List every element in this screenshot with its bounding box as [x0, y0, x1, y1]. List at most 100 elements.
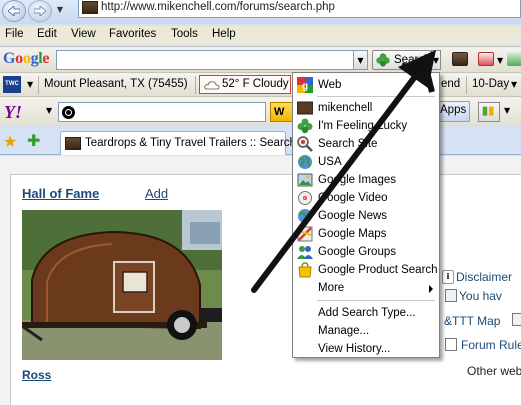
google-toolbar: Google ▼ Search ▼ ▼ [0, 46, 521, 72]
google-search-history-dropdown[interactable]: ▼ [354, 50, 368, 70]
site-favicon [65, 137, 81, 150]
disclaimer-link[interactable]: Disclaimer [456, 270, 512, 284]
weather-toolbar: TWC ▼ Mount Pleasant, TX (75455) 52° F C… [0, 72, 521, 96]
menu-item-google-maps[interactable]: Google Maps [293, 225, 439, 243]
yahoo-dropdown-icon[interactable]: ▼ [46, 106, 52, 115]
clover-icon [297, 118, 313, 134]
page-content: Hall of Fame Add Ross i Disclaimer You h… [0, 156, 521, 405]
send-to-icon[interactable] [507, 52, 521, 66]
twc-dropdown-icon[interactable]: ▼ [27, 76, 33, 93]
groups-icon [297, 246, 313, 259]
hall-of-fame-add-link[interactable]: Add [145, 186, 168, 201]
menu-item-usa[interactable]: USA [293, 153, 439, 171]
menu-item-search-site[interactable]: Search Site [293, 135, 439, 153]
images-icon [297, 173, 313, 187]
history-dropdown-icon[interactable]: ▼ [55, 2, 65, 18]
menu-item-more[interactable]: More [293, 279, 439, 297]
product-search-icon [298, 262, 312, 278]
address-bar-row: ▼ http://www.mikenchell.com/forums/searc… [0, 0, 521, 24]
video-icon [298, 191, 312, 205]
menu-item-google-video[interactable]: Google Video [293, 189, 439, 207]
weather-location[interactable]: Mount Pleasant, TX (75455) [44, 78, 188, 90]
menu-item-feeling-lucky[interactable]: I'm Feeling Lucky [293, 117, 439, 135]
back-button[interactable] [2, 0, 26, 22]
toolbar-divider [38, 76, 39, 94]
menu-file[interactable]: File [5, 28, 24, 40]
news-icon [298, 209, 312, 223]
tab-teardrops-search[interactable]: Teardrops & Tiny Travel Trailers :: Sear… [60, 131, 296, 155]
clover-icon [376, 53, 390, 67]
google-search-button[interactable]: Search [372, 50, 431, 70]
svg-text:g: g [302, 81, 308, 92]
menu-view[interactable]: View [71, 28, 96, 40]
menu-separator [317, 96, 435, 97]
search-type-menu: g Web mikenchell I'm Feeling Lucky Searc… [292, 72, 440, 358]
site-favicon [82, 1, 98, 14]
menu-item-mikenchell[interactable]: mikenchell [293, 99, 439, 117]
forward-arrow-icon [34, 6, 46, 16]
site-favicon [297, 101, 313, 115]
menu-item-web[interactable]: g Web [293, 76, 439, 94]
widget-dropdown-icon[interactable]: ▼ [504, 106, 510, 115]
weather-conditions-button[interactable]: 52° F Cloudy [199, 75, 291, 94]
hall-of-fame-link[interactable]: Hall of Fame [22, 186, 99, 201]
ttt-map-link[interactable]: &TTT Map [444, 314, 500, 328]
toolbar-divider [466, 76, 467, 94]
yahoo-logo[interactable]: Y! [4, 102, 22, 123]
menu-tools[interactable]: Tools [171, 28, 198, 40]
yahoo-web-search-button[interactable]: W [270, 102, 294, 122]
menu-help[interactable]: Help [212, 28, 236, 40]
ten-day-dropdown-icon[interactable]: ▼ [511, 76, 517, 93]
photo-caption-ross[interactable]: Ross [22, 368, 51, 382]
menu-separator [317, 300, 435, 301]
toolbar-divider [195, 76, 196, 94]
maps-icon [297, 226, 313, 242]
address-input[interactable]: http://www.mikenchell.com/forums/search.… [78, 0, 521, 18]
bookmark-dropdown-icon[interactable]: ▼ [497, 52, 503, 69]
widget-icon [482, 106, 494, 116]
menu-edit[interactable]: Edit [37, 28, 57, 40]
yahoo-apps-label: Apps [440, 104, 467, 116]
back-arrow-icon [8, 6, 20, 16]
forum-rules-link[interactable]: Forum Rule [461, 338, 521, 352]
widget-button[interactable] [478, 102, 500, 122]
search-type-dropdown-button[interactable]: ▼ [431, 50, 441, 70]
bookmark-icon[interactable] [478, 52, 494, 66]
address-url: http://www.mikenchell.com/forums/search.… [101, 1, 335, 13]
you-have-link[interactable]: You hav [459, 289, 502, 303]
tab-row: ★ ✚ Teardrops & Tiny Travel Trailers :: … [0, 127, 521, 155]
menu-item-view-history[interactable]: View History... [293, 340, 439, 358]
map-icon [512, 313, 521, 326]
globe-icon [298, 155, 312, 169]
menu-favorites[interactable]: Favorites [109, 28, 156, 40]
magnifier-icon [62, 106, 75, 119]
search-site-icon [297, 136, 313, 152]
other-web-text: Other web [467, 364, 521, 378]
forward-button[interactable] [28, 0, 52, 22]
menu-bar: File Edit View Favorites Tools Help [0, 26, 521, 44]
yahoo-search-input[interactable] [58, 102, 266, 122]
favorites-star-icon[interactable]: ★ [3, 132, 17, 151]
submenu-arrow-icon [429, 285, 433, 293]
teardrop-trailer-photo[interactable] [22, 210, 222, 360]
menu-item-google-news[interactable]: Google News [293, 207, 439, 225]
google-multicolor-icon: g [297, 77, 313, 93]
menu-item-google-images[interactable]: Google Images [293, 171, 439, 189]
add-favorite-icon[interactable]: ✚ [27, 131, 40, 150]
menu-item-google-product-search[interactable]: Google Product Search [293, 261, 439, 279]
disclaimer-icon: i [442, 270, 454, 284]
google-logo: Google [3, 50, 50, 67]
menu-item-add-search-type[interactable]: Add Search Type... [293, 304, 439, 322]
twc-logo[interactable]: TWC [3, 76, 21, 93]
menu-item-manage[interactable]: Manage... [293, 322, 439, 340]
document-icon [445, 289, 457, 302]
weekend-forecast-button[interactable]: end [441, 78, 460, 90]
menu-item-google-groups[interactable]: Google Groups [293, 243, 439, 261]
page-panel: Hall of Fame Add Ross i Disclaimer You h… [10, 174, 521, 405]
yahoo-toolbar: Y! ▼ W Apps ▼ [0, 96, 521, 126]
site-favicon[interactable] [452, 52, 468, 66]
cloud-icon [204, 81, 220, 90]
ten-day-forecast-button[interactable]: 10-Day [472, 78, 509, 90]
checkbox-icon[interactable] [445, 338, 457, 351]
google-search-input[interactable] [56, 50, 354, 70]
